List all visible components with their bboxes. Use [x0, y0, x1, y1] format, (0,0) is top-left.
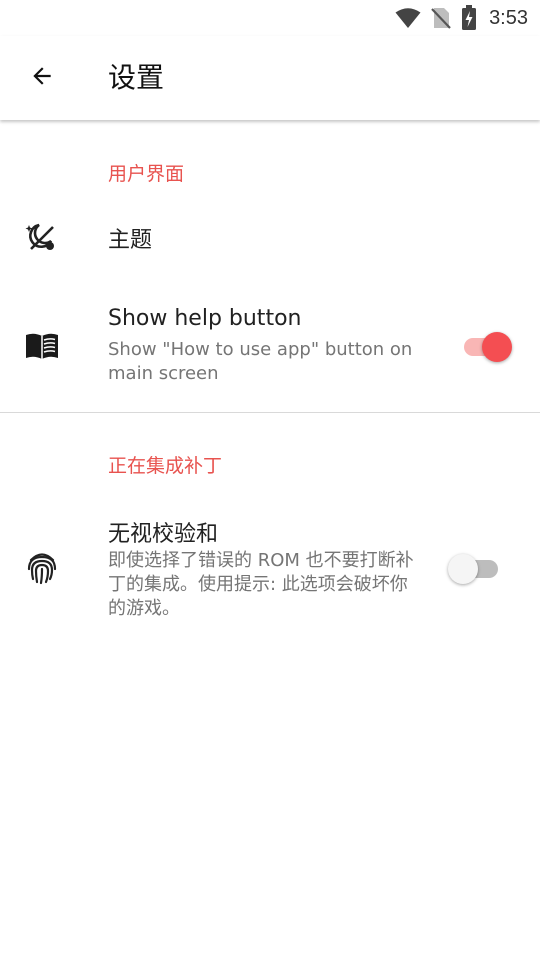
back-button[interactable]	[20, 56, 64, 100]
section-header-patching: 正在集成补丁	[108, 455, 223, 477]
pref-theme-title: 主题	[108, 228, 153, 253]
no-sim-icon	[431, 6, 451, 30]
app-bar: 设置	[0, 36, 540, 120]
pref-show-help-summary: Show "How to use app" button on main scr…	[108, 339, 413, 384]
show-help-switch[interactable]	[460, 328, 514, 362]
pref-ignore-checksum[interactable]: 无视校验和 即使选择了错误的 ROM 也不要打断补丁的集成。使用提示: 此选项会…	[0, 504, 540, 634]
battery-charging-icon	[461, 5, 477, 31]
pref-ignore-checksum-title: 无视校验和	[108, 522, 219, 547]
section-divider	[0, 412, 540, 413]
status-bar: 3:53	[0, 0, 540, 36]
pref-show-help-button[interactable]: Show help button Show "How to use app" b…	[0, 290, 540, 402]
page-title: 设置	[108, 61, 165, 94]
pref-show-help-title: Show help button	[108, 306, 302, 331]
switch-thumb	[482, 332, 512, 362]
status-time: 3:53	[489, 6, 528, 29]
wifi-icon	[395, 7, 421, 29]
arrow-left-icon	[29, 63, 55, 93]
ignore-checksum-switch[interactable]	[448, 550, 502, 584]
switch-thumb	[448, 554, 478, 584]
pref-ignore-checksum-summary: 即使选择了错误的 ROM 也不要打断补丁的集成。使用提示: 此选项会破坏你的游戏…	[108, 550, 414, 619]
pref-theme[interactable]: 主题	[0, 198, 540, 278]
section-header-ui: 用户界面	[108, 163, 185, 185]
fingerprint-icon	[24, 550, 60, 586]
book-open-icon	[24, 328, 60, 364]
theme-icon	[24, 220, 60, 256]
